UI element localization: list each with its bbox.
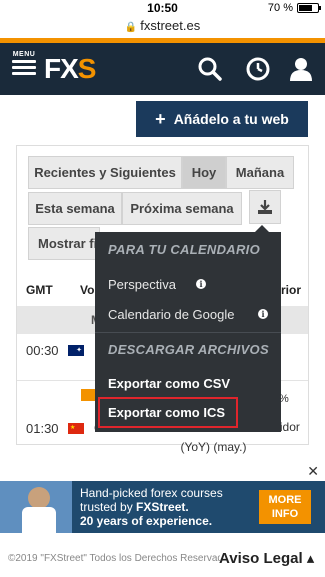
search-icon[interactable] [197,56,223,82]
url-text: fxstreet.es [140,18,201,33]
battery-icon [297,3,321,13]
add-to-website-button[interactable]: + Añádelo a tu web [136,101,308,137]
info-icon[interactable]: i [196,279,206,289]
australia-flag-icon [68,345,84,356]
status-bar: 10:50 70 % [0,0,325,16]
url-bar[interactable]: 🔒 fxstreet.es [0,16,325,38]
site-header: MENU FXS [0,43,325,95]
menu-button[interactable]: MENU [12,51,36,78]
export-ics-highlight [98,397,238,428]
info-icon[interactable]: i [258,309,268,319]
event-time: 00:30 [26,343,59,358]
section-for-calendar: PARA TU CALENDARIO [108,242,261,257]
menu-item-perspectiva[interactable]: Perspectiva [108,277,176,292]
user-icon[interactable] [288,56,314,82]
lock-icon: 🔒 [124,22,138,33]
column-previous: rior [281,283,302,297]
download-icon [258,200,272,214]
tab-this-week[interactable]: Esta semana [28,192,122,225]
china-flag-icon [68,423,84,434]
menu-label: MENU [12,51,36,58]
close-ad-icon[interactable]: ✕ [307,463,319,480]
ad-text: Hand-picked forex courses trusted by FXS… [80,486,223,528]
column-gmt: GMT [26,283,53,297]
dropdown-divider [95,332,281,333]
tab-today[interactable]: Hoy [182,156,226,189]
add-to-website-label: Añádelo a tu web [173,111,289,127]
impact-bar [81,389,95,401]
hamburger-icon [12,60,36,75]
battery-percent: 70 % [267,2,293,14]
fxstreet-logo[interactable]: FXS [44,53,96,85]
tab-tomorrow[interactable]: Mañana [226,156,294,189]
show-filters-button[interactable]: Mostrar fi [28,227,100,260]
ad-image [0,481,72,533]
event-time: 01:30 [26,421,59,436]
footer: ©2019 "FXStreet" Todos los Derechos Rese… [0,541,325,577]
section-download-files: DESCARGAR ARCHIVOS [108,342,269,357]
tab-recent-next[interactable]: Recientes y Siguientes [28,156,182,189]
battery-indicator: 70 % [267,2,321,14]
download-button[interactable] [249,190,281,224]
menu-item-google-calendar[interactable]: Calendario de Google [108,307,234,322]
copyright-text: ©2019 "FXStreet" Todos los Derechos Rese… [8,553,220,564]
tab-next-week[interactable]: Próxima semana [122,192,242,225]
clock-icon[interactable] [245,56,271,82]
ad-banner[interactable]: Hand-picked forex courses trusted by FXS… [0,481,325,533]
column-volatility: Vo [80,283,95,297]
plus-icon: + [155,108,166,129]
more-info-button[interactable]: MORE INFO [259,490,311,524]
export-csv-item[interactable]: Exportar como CSV [108,376,230,391]
legal-notice-link[interactable]: Aviso Legal ▴ [219,549,314,567]
